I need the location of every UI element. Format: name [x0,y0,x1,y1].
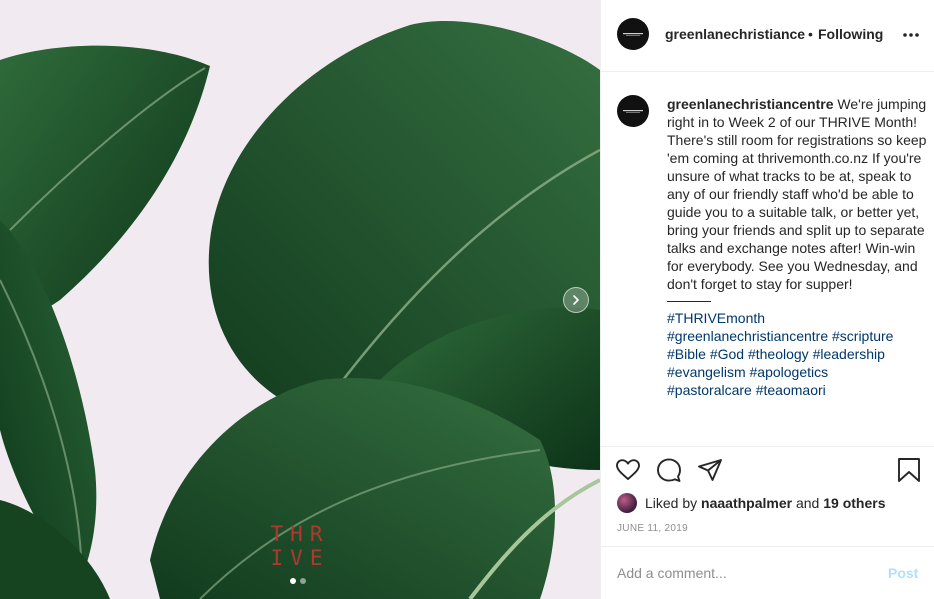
hashtag-link[interactable]: #theology [748,346,809,362]
post-comment-button[interactable]: Post [888,565,918,581]
hashtag-link[interactable]: #teaomaori [756,382,826,398]
slide-indicator [290,578,306,584]
profile-avatar[interactable] [617,18,649,50]
hashtag-link[interactable]: #THRIVEmonth [667,310,765,326]
caption-body: We're jumping right in to Week 2 of our … [667,96,927,292]
thrive-logo-line1: THR [270,522,330,546]
action-bar: Liked by naaathpalmer and 19 others JUNE… [601,446,934,546]
comment-input[interactable] [617,563,867,583]
hashtag-link[interactable]: #pastoralcare [667,382,752,398]
post-media[interactable]: THR IVE [0,0,600,599]
hashtag-link[interactable]: #evangelism [667,364,746,380]
hashtag-link[interactable]: #leadership [813,346,885,362]
share-icon[interactable] [697,457,723,483]
thrive-logo: THR IVE [264,522,336,570]
header-separator: • [808,26,813,42]
hashtag-link[interactable]: #scripture [832,328,893,344]
next-slide-button[interactable] [563,287,589,313]
likes-prefix: Liked by [645,495,698,511]
post-header: greenlanechristiance • Following [601,0,934,72]
logo-mark-icon [623,110,643,113]
liker-username[interactable]: naaathpalmer [701,495,792,511]
thrive-logo-line2: IVE [270,546,330,570]
likes-conj: and [795,495,820,511]
bookmark-icon[interactable] [896,457,922,483]
comment-section: Post [601,546,934,599]
following-button[interactable]: Following [818,26,883,42]
caption-text: greenlanechristiancentre We're jumping r… [667,95,927,399]
hashtag-link[interactable]: #Bible [667,346,706,362]
slide-dot-active [290,578,296,584]
slide-dot [300,578,306,584]
plant-leaves-image [0,21,600,599]
more-options-icon[interactable] [901,22,925,46]
likes-others-link[interactable]: 19 others [823,495,885,511]
caption-avatar[interactable] [617,95,649,127]
hashtag-list: #THRIVEmonth #greenlanechristiancentre #… [667,309,927,399]
hashtag-link[interactable]: #apologetics [750,364,829,380]
caption-section: greenlanechristiancentre We're jumping r… [601,73,934,445]
post-panel: greenlanechristiance • Following greenla… [600,0,934,599]
caption-divider [667,301,711,302]
hashtag-link[interactable]: #God [710,346,744,362]
comment-icon[interactable] [656,457,682,483]
chevron-right-icon [573,295,579,305]
logo-mark-icon [623,33,643,36]
heart-icon[interactable] [615,457,641,483]
hashtag-link[interactable]: #greenlanechristiancentre [667,328,828,344]
likes-summary: Liked by naaathpalmer and 19 others [617,493,885,513]
caption-username[interactable]: greenlanechristiancentre [667,96,834,112]
liker-avatar[interactable] [617,493,637,513]
header-username[interactable]: greenlanechristiance [665,26,805,42]
post-date[interactable]: JUNE 11, 2019 [617,523,688,534]
